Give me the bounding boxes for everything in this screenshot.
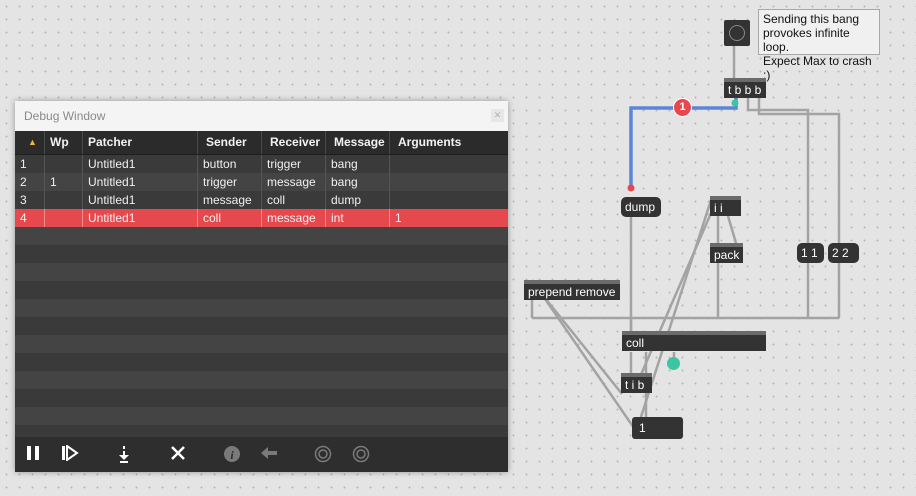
pack-object[interactable]: pack	[710, 243, 743, 263]
debug-toolbar: i	[15, 437, 508, 472]
dump-message[interactable]: dump	[621, 197, 661, 217]
table-row[interactable]: 1 Untitled1 button trigger bang	[15, 155, 508, 173]
cord-trigger-to-msg11	[746, 96, 810, 243]
column-arguments[interactable]: Arguments	[389, 131, 508, 154]
watchpoint-all-icon	[350, 445, 372, 465]
error-badge: 1	[674, 99, 691, 116]
empty-row	[15, 353, 508, 371]
debug-table-body: 1 Untitled1 button trigger bang 2 1 Unti…	[15, 155, 508, 438]
pack-label: pack	[714, 248, 740, 262]
row-receiver: message	[261, 173, 325, 191]
empty-row	[15, 407, 508, 425]
empty-row	[15, 281, 508, 299]
row-receiver: message	[261, 209, 325, 227]
row-message: dump	[325, 191, 389, 209]
row-patcher: Untitled1	[82, 209, 197, 227]
stop-icon[interactable]	[167, 445, 189, 465]
prepend-remove-label: prepend remove	[528, 285, 616, 299]
comment-line-2: provokes infinite loop.	[763, 26, 850, 54]
watchpoint-icon	[312, 445, 334, 465]
empty-row	[15, 317, 508, 335]
patch-comment[interactable]: Sending this bang provokes infinite loop…	[758, 9, 880, 82]
debug-window-title: Debug Window	[24, 109, 106, 123]
message-2-2[interactable]: 2 2	[828, 243, 859, 263]
pause-icon[interactable]	[22, 445, 44, 465]
row-index: 2	[20, 175, 27, 189]
message-1-1-label: 1 1	[801, 246, 818, 260]
row-patcher: Untitled1	[82, 155, 197, 173]
debug-table-header: ▲ Wp Patcher Sender Receiver Message Arg…	[15, 131, 508, 155]
bang-circle-icon	[729, 25, 745, 41]
row-sender: coll	[197, 209, 261, 227]
step-icon[interactable]	[59, 444, 81, 465]
column-sender[interactable]: Sender	[197, 131, 261, 154]
step-into-icon[interactable]	[113, 445, 135, 465]
comment-line-1: Sending this bang	[763, 12, 860, 26]
empty-row	[15, 245, 508, 263]
empty-row	[15, 335, 508, 353]
row-arguments: 1	[389, 209, 508, 227]
message-1-1[interactable]: 1 1	[797, 243, 824, 263]
row-arguments	[389, 173, 508, 191]
coll-object[interactable]: coll	[622, 331, 766, 351]
cord-ii-to-pack-r	[726, 215, 738, 244]
cord-trigger-to-msg22	[757, 96, 841, 318]
trigger-bbb-object[interactable]: t b b b	[724, 78, 766, 98]
row-message: bang	[325, 155, 389, 173]
empty-row	[15, 299, 508, 317]
close-icon[interactable]: ✕	[491, 109, 504, 122]
row-patcher: Untitled1	[82, 191, 197, 209]
table-row-selected[interactable]: 4 Untitled1 coll message int 1	[15, 209, 508, 227]
row-arguments	[389, 155, 508, 173]
column-wp[interactable]: Wp	[44, 131, 82, 154]
row-sender: message	[197, 191, 261, 209]
unpack-ii-label: i i	[714, 201, 723, 215]
row-index: 3	[20, 193, 27, 207]
debug-window-titlebar[interactable]: Debug Window ✕	[15, 101, 508, 131]
table-row[interactable]: 2 1 Untitled1 trigger message bang	[15, 173, 508, 191]
row-wp	[44, 209, 82, 227]
sort-indicator-icon[interactable]: ▲	[15, 131, 44, 154]
row-sender: trigger	[197, 173, 261, 191]
trigger-bbb-label: t b b b	[728, 83, 762, 97]
debug-window[interactable]: Debug Window ✕ ▲ Wp Patcher Sender Recei…	[15, 101, 508, 472]
row-index: 1	[20, 157, 27, 171]
row-index: 4	[20, 211, 27, 225]
row-message: bang	[325, 173, 389, 191]
coll-outlet-indicator	[667, 357, 680, 370]
table-row[interactable]: 3 Untitled1 message coll dump	[15, 191, 508, 209]
column-message[interactable]: Message	[325, 131, 389, 154]
back-arrow-icon	[258, 445, 280, 465]
number-box-value: 1	[639, 421, 646, 435]
row-wp	[44, 191, 82, 209]
trigger-ib-object[interactable]: t i b	[621, 373, 652, 393]
row-receiver: coll	[261, 191, 325, 209]
unpack-ii-object[interactable]: i i	[710, 196, 741, 216]
prepend-remove-object[interactable]: prepend remove	[524, 280, 620, 300]
empty-row	[15, 227, 508, 245]
cord-tib-to-prepend	[544, 297, 623, 395]
number-box[interactable]: 1	[632, 417, 683, 439]
column-receiver[interactable]: Receiver	[261, 131, 325, 154]
bang-button[interactable]	[724, 20, 750, 46]
column-patcher[interactable]: Patcher	[82, 131, 197, 154]
row-patcher: Untitled1	[82, 173, 197, 191]
row-wp	[44, 155, 82, 173]
dump-message-label: dump	[625, 200, 656, 214]
info-icon: i	[221, 445, 243, 465]
row-message: int	[325, 209, 389, 227]
empty-row	[15, 371, 508, 389]
row-wp: 1	[44, 173, 82, 191]
message-2-2-label: 2 2	[832, 246, 849, 260]
comment-line-3: Expect Max to crash :)	[763, 54, 872, 82]
row-arguments	[389, 191, 508, 209]
row-sender: button	[197, 155, 261, 173]
empty-row	[15, 263, 508, 281]
row-receiver: trigger	[261, 155, 325, 173]
coll-label: coll	[626, 336, 645, 350]
trigger-ib-label: t i b	[625, 378, 645, 392]
empty-row	[15, 389, 508, 407]
